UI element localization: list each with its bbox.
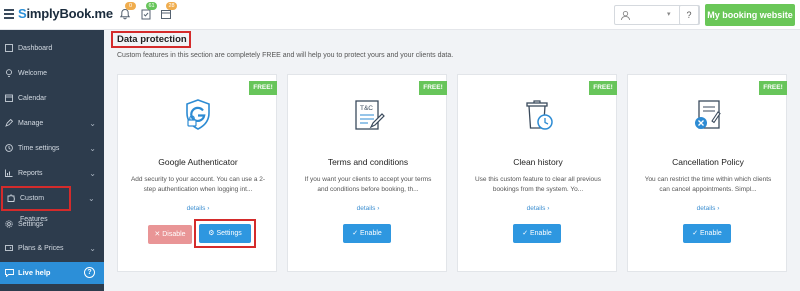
tasks-icon[interactable]: 61	[140, 2, 157, 20]
card-description: You can restrict the time within which c…	[644, 176, 772, 193]
sidebar-item-reports[interactable]: Reports ⌄	[0, 161, 104, 186]
feature-card-terms-and-conditions: FREE! T&C Terms and conditions If you wa…	[287, 74, 447, 272]
free-ribbon: FREE!	[249, 81, 277, 95]
chevron-down-icon: ⌄	[88, 194, 95, 203]
tasks-badge: 61	[146, 2, 157, 10]
sidebar-item-time-settings[interactable]: Time settings ⌄	[0, 136, 104, 161]
bell-icon[interactable]: 0	[119, 2, 136, 20]
chevron-down-icon: ⌄	[89, 144, 96, 153]
dashboard-icon	[5, 44, 13, 52]
feature-card-clean-history: FREE! Clean history Use this custom feat…	[457, 74, 617, 272]
card-title: Terms and conditions	[327, 157, 409, 167]
details-link[interactable]: details ›	[118, 205, 278, 212]
calendar-top-icon[interactable]: 28	[160, 2, 177, 20]
clock-icon	[5, 144, 13, 152]
card-title: Clean history	[513, 157, 563, 167]
pencil-icon	[5, 119, 13, 127]
enable-button[interactable]: ✓ Enable	[513, 224, 561, 243]
sidebar-item-calendar[interactable]: Calendar	[0, 86, 104, 111]
card-title: Cancellation Policy	[672, 157, 744, 167]
details-link[interactable]: details ›	[458, 205, 618, 212]
chevron-down-icon: ⌄	[89, 244, 96, 253]
section-description: Custom features in this section are comp…	[117, 52, 454, 59]
help-button[interactable]: ?	[679, 5, 699, 25]
bulb-icon	[6, 69, 12, 77]
notification-badge: 0	[125, 2, 136, 10]
free-ribbon: FREE!	[589, 81, 617, 95]
enable-button[interactable]: ✓ Enable	[683, 224, 731, 243]
calendar-badge: 28	[166, 2, 177, 10]
gear-icon	[5, 220, 13, 228]
document-pen-icon: T&C	[355, 100, 385, 130]
settings-button[interactable]: ⚙ Settings	[199, 224, 251, 243]
sidebar-item-plans-prices[interactable]: Plans & Prices ⌄	[0, 236, 104, 261]
card-description: Use this custom feature to clear all pre…	[474, 176, 602, 193]
chevron-down-icon: ⌄	[89, 119, 96, 128]
tc-text: T&C	[360, 105, 373, 112]
settings-highlight: ⚙ Settings	[194, 219, 256, 248]
card-title: Google Authenticator	[158, 157, 238, 167]
chevron-down-icon: ⌄	[89, 169, 96, 178]
menu-icon[interactable]	[4, 9, 14, 19]
free-ribbon: FREE!	[759, 81, 787, 95]
chevron-down-icon: ▾	[667, 11, 671, 18]
puzzle-icon	[7, 194, 15, 202]
wallet-icon	[5, 245, 13, 251]
top-bar: SimplyBook.me 0 61 28 ▾ ? My booking web…	[0, 0, 800, 30]
calendar-icon	[5, 94, 13, 102]
sidebar: Dashboard Welcome Calendar Manage ⌄ Time…	[0, 30, 104, 291]
details-link[interactable]: details ›	[288, 205, 448, 212]
feature-card-google-authenticator: FREE! Google Authenticator Add security …	[117, 74, 277, 272]
feature-card-cancellation-policy: FREE! Cancellation Policy You can restri…	[627, 74, 787, 272]
live-help-button[interactable]: Live help ?	[0, 262, 104, 284]
sidebar-item-settings[interactable]: Settings	[0, 212, 104, 237]
user-icon	[621, 10, 630, 21]
sidebar-item-dashboard[interactable]: Dashboard	[0, 36, 104, 61]
sidebar-item-custom-features[interactable]: Custom Features	[1, 186, 71, 223]
chart-icon	[5, 169, 13, 177]
free-ribbon: FREE!	[419, 81, 447, 95]
google-shield-icon	[186, 99, 210, 130]
enable-button[interactable]: ✓ Enable	[343, 224, 391, 243]
sidebar-item-welcome[interactable]: Welcome	[0, 61, 104, 86]
sidebar-item-manage[interactable]: Manage ⌄	[0, 111, 104, 136]
my-booking-website-button[interactable]: My booking website	[705, 4, 795, 26]
card-description: If you want your clients to accept your …	[304, 176, 432, 193]
help-circle-icon: ?	[84, 267, 95, 278]
logo[interactable]: SimplyBook.me	[18, 6, 113, 21]
details-link[interactable]: details ›	[628, 205, 788, 212]
trash-clock-icon	[526, 100, 553, 130]
cancel-document-icon	[695, 100, 721, 129]
chat-icon	[5, 269, 14, 277]
card-description: Add security to your account. You can us…	[130, 176, 266, 193]
disable-button[interactable]: ✕ Disable	[148, 225, 192, 244]
page-title: Data protection	[111, 31, 191, 48]
